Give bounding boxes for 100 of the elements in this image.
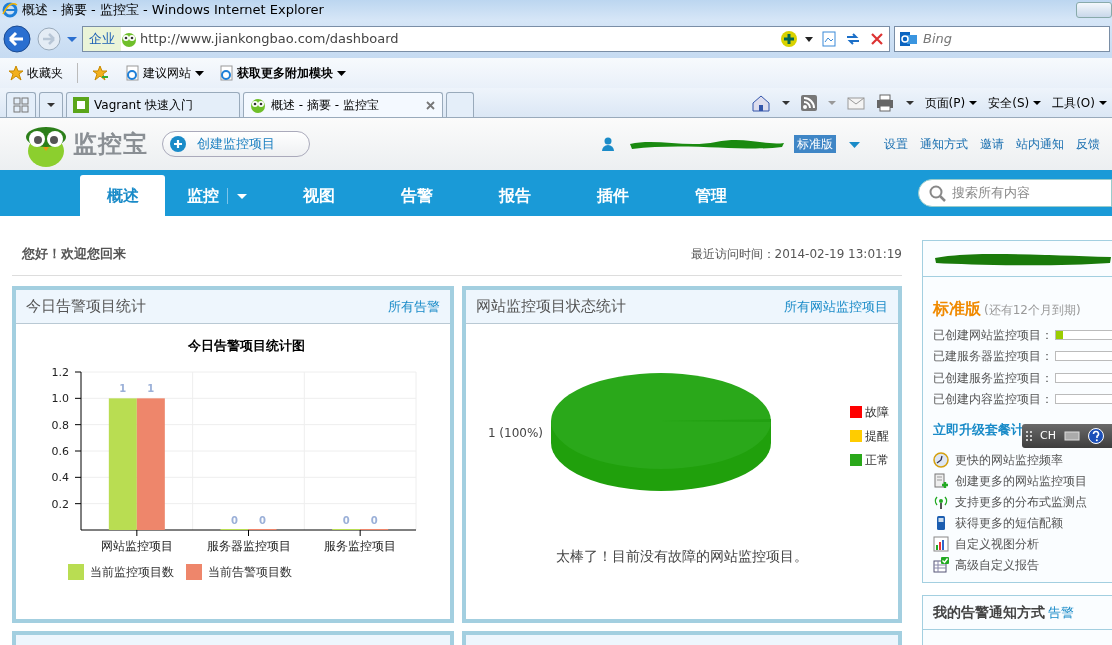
- command-menu[interactable]: 页面(P): [924, 93, 979, 112]
- page-icon: [218, 65, 234, 81]
- grid-icon: [13, 97, 29, 113]
- outlook-icon: [899, 30, 917, 48]
- feature-text: 更快的网站监控频率: [955, 452, 1063, 469]
- category-label: 网站监控项目: [100, 539, 173, 553]
- favorites-item[interactable]: 收藏夹: [8, 64, 63, 82]
- search-icon: [929, 184, 946, 202]
- feature-text: 支持更多的分布式监测点: [955, 494, 1087, 511]
- caret-icon: [336, 69, 346, 77]
- home-icon[interactable]: [750, 93, 771, 112]
- caret-icon: [194, 69, 204, 77]
- keyboard-icon: [1063, 430, 1080, 442]
- zone-label: 企业: [83, 27, 121, 51]
- browser-tab[interactable]: 概述 - 摘要 - 监控宝: [243, 92, 443, 117]
- browser-icon: [2, 2, 18, 18]
- panel-title: 今日告警项目统计: [26, 296, 146, 318]
- legend-label: 提醒: [865, 428, 889, 445]
- address-bar[interactable]: 企业 http://www.jiankongbao.com/dashboard: [82, 26, 890, 52]
- new-tab-button[interactable]: [446, 92, 474, 117]
- panel-link[interactable]: 所有网站监控项目: [784, 296, 888, 317]
- language-bar[interactable]: CH: [1022, 424, 1112, 448]
- panel-link[interactable]: 所有告警: [388, 296, 440, 317]
- data-label: 0: [342, 515, 350, 526]
- panel-link[interactable]: 告警: [1048, 602, 1074, 623]
- welcome-text: 您好！欢迎您回来: [22, 244, 126, 263]
- tab-list-button[interactable]: [39, 92, 63, 117]
- header-link[interactable]: 设置: [884, 135, 908, 153]
- back-button[interactable]: [2, 24, 32, 54]
- print-icon[interactable]: [874, 92, 895, 113]
- header-link[interactable]: 通知方式: [920, 135, 968, 153]
- header-link[interactable]: 站内通知: [1016, 135, 1064, 153]
- category-label: 服务监控项目: [324, 539, 397, 553]
- compatibility-icon[interactable]: [820, 30, 838, 48]
- legend-swatch: [68, 564, 84, 580]
- chart-title: 今日告警项目统计图: [187, 338, 305, 353]
- favorites-item[interactable]: 获取更多附加模块: [218, 64, 346, 82]
- add-icon[interactable]: [780, 30, 798, 48]
- star-icon: [8, 65, 24, 81]
- plus-icon: [169, 135, 187, 153]
- quota-label: 已创建内容监控项目：: [933, 391, 1053, 409]
- command-menu[interactable]: 安全(S): [988, 93, 1043, 112]
- logo-text: 监控宝: [73, 129, 148, 160]
- axis-tick-label: 0.8: [51, 418, 69, 432]
- legend-swatch: [850, 406, 862, 418]
- site-icon: [121, 31, 137, 47]
- nav-tab[interactable]: 报告: [466, 176, 564, 216]
- feature-text: 自定义视图分析: [955, 536, 1039, 553]
- nav-tab[interactable]: 告警: [368, 176, 466, 216]
- add-favorite-icon[interactable]: [92, 65, 110, 81]
- favorites-item[interactable]: 建议网站: [124, 64, 204, 82]
- search-field[interactable]: 搜索所有内容: [918, 179, 1112, 207]
- data-label: 1: [147, 383, 155, 395]
- nav-tab[interactable]: 视图: [270, 176, 368, 216]
- quota-label: 已建服务器监控项目：: [933, 348, 1053, 366]
- legend-swatch: [850, 430, 862, 442]
- feature-text: 高级自定义报告: [955, 557, 1039, 574]
- search-field[interactable]: Bing: [894, 26, 1110, 52]
- legend-label: 当前告警项目数: [208, 564, 292, 581]
- nav-tab[interactable]: 监控: [165, 176, 270, 216]
- caret-icon: [1032, 98, 1043, 107]
- header-link[interactable]: 反馈: [1076, 135, 1100, 153]
- plan-badge: 标准版: [794, 135, 836, 153]
- close-icon[interactable]: [425, 99, 436, 111]
- legend-label: 当前监控项目数: [90, 564, 174, 581]
- caret-icon: [968, 98, 979, 107]
- dropdown-icon[interactable]: [804, 34, 814, 44]
- nav-tab[interactable]: 插件: [564, 176, 662, 216]
- panel-title: 网站监控项目状态统计: [476, 296, 626, 318]
- data-label: 1: [119, 383, 127, 395]
- grip-icon: [1026, 431, 1032, 441]
- user-icon: [602, 137, 614, 151]
- nav-tab[interactable]: 概述: [80, 175, 165, 216]
- window-title: 概述 - 摘要 - 监控宝 - Windows Internet Explorer: [22, 1, 324, 20]
- header-link[interactable]: 邀请: [980, 135, 1004, 153]
- report-icon: [933, 557, 949, 573]
- caret-icon: [780, 98, 791, 107]
- upgrade-link[interactable]: 立即升级套餐计: [933, 420, 1024, 440]
- minimize-button[interactable]: [1076, 2, 1112, 18]
- caret-icon: [904, 98, 915, 107]
- quota-label: 已创建网站监控项目：: [933, 326, 1053, 344]
- axis-tick-label: 0.6: [51, 445, 69, 458]
- quick-tabs-button[interactable]: [6, 92, 36, 117]
- legend-label: 正常: [865, 452, 889, 469]
- caret-icon: [826, 98, 837, 107]
- caret-icon: [46, 101, 56, 109]
- caret-icon: [1098, 98, 1108, 107]
- feed-icon[interactable]: [800, 94, 817, 111]
- legend-swatch: [186, 564, 202, 580]
- caret-icon[interactable]: [848, 139, 860, 149]
- nav-tab[interactable]: 管理: [662, 176, 760, 216]
- legend-swatch: [850, 454, 862, 466]
- axis-tick-label: 0.2: [51, 497, 69, 511]
- category-label: 服务器监控项目: [206, 539, 291, 553]
- antenna-icon: [933, 494, 949, 510]
- command-menu[interactable]: 工具(O): [1052, 93, 1108, 112]
- mail-icon[interactable]: [846, 94, 865, 111]
- browser-tab[interactable]: Vagrant 快速入门: [66, 92, 240, 117]
- language-code: CH: [1040, 427, 1056, 444]
- create-button[interactable]: 创建监控项目: [162, 131, 310, 157]
